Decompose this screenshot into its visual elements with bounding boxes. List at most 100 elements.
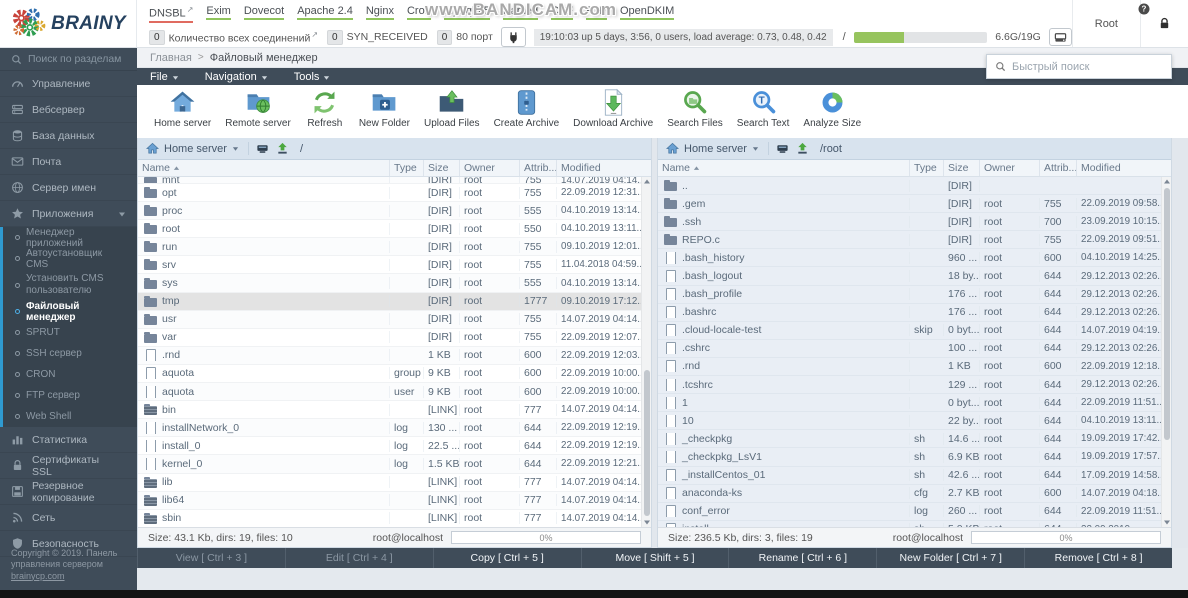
sidebar-search-input[interactable]: [28, 53, 128, 65]
sidebar-item[interactable]: Резервное копирование: [0, 479, 137, 505]
service-link[interactable]: Dovecot↗: [244, 5, 284, 20]
file-row[interactable]: root [DIR] root 550 04.10.2019 13:11...: [138, 220, 641, 238]
column-header[interactable]: Size: [424, 160, 460, 176]
file-row[interactable]: .. [DIR]: [658, 177, 1161, 195]
file-row[interactable]: proc [DIR] root 555 04.10.2019 13:14...: [138, 202, 641, 220]
file-row[interactable]: .rnd 1 KB root 600 22.09.2019 12:18...: [658, 358, 1161, 376]
brainycp-link[interactable]: brainycp.com: [11, 571, 65, 581]
sidebar-item[interactable]: Приложения: [0, 201, 137, 227]
toolbar-button[interactable]: Search Files: [660, 88, 730, 129]
service-link[interactable]: Apache 2.4↗: [297, 5, 353, 20]
file-row[interactable]: var [DIR] root 755 22.09.2019 12:07...: [138, 329, 641, 347]
sidebar-item[interactable]: Статистика: [0, 427, 137, 453]
counter-badge[interactable]: 0Количество всех соединений↗: [149, 30, 318, 45]
brand-logo[interactable]: BRAINY: [0, 0, 137, 47]
action-button[interactable]: Remove [ Ctrl + 8 ]: [1024, 548, 1172, 568]
file-row[interactable]: conf_error log 260 ... root 644 22.09.20…: [658, 503, 1161, 521]
file-row[interactable]: 10 22 by... root 644 04.10.2019 13:11...: [658, 412, 1161, 430]
file-row[interactable]: sys [DIR] root 555 04.10.2019 13:14...: [138, 274, 641, 292]
file-row[interactable]: 1 0 byt... root 644 22.09.2019 11:51...: [658, 394, 1161, 412]
column-header[interactable]: Owner: [460, 160, 520, 176]
menu-item[interactable]: Navigation: [205, 71, 268, 83]
counter-badge[interactable]: 0SYN_RECEIVED↗: [327, 30, 428, 45]
column-header[interactable]: Name: [658, 160, 910, 176]
file-row[interactable]: lib64 [LINK] root 777 14.07.2019 04:14..…: [138, 492, 641, 510]
action-button[interactable]: Rename [ Ctrl + 6 ]: [728, 548, 876, 568]
file-row[interactable]: install_0 log 22.5 ... root 644 22.09.20…: [138, 437, 641, 455]
file-row[interactable]: sbin [LINK] root 777 14.07.2019 04:14...: [138, 510, 641, 527]
sidebar-item[interactable]: Сертификаты SSL: [0, 453, 137, 479]
help-icon[interactable]: ?: [1138, 3, 1150, 15]
counter-badge[interactable]: 080 порт↗: [437, 30, 493, 45]
scrollbar-thumb[interactable]: [1164, 188, 1170, 440]
sidebar-item[interactable]: Файловый менеджер: [0, 301, 137, 322]
menu-item[interactable]: Tools: [294, 71, 331, 83]
toolbar-button[interactable]: Home server: [147, 88, 218, 129]
file-row[interactable]: anaconda-ks cfg 2.7 KB root 600 14.07.20…: [658, 485, 1161, 503]
column-header[interactable]: Modified: [1077, 160, 1161, 176]
server-select-dropdown[interactable]: Home server: [666, 142, 769, 155]
sidebar-item[interactable]: Вебсервер: [0, 97, 137, 123]
sidebar-item[interactable]: CRON: [0, 364, 137, 385]
toolbar-button[interactable]: Upload Files: [417, 88, 487, 129]
scrollbar-thumb[interactable]: [644, 370, 650, 517]
sidebar-item[interactable]: Управление: [0, 71, 137, 97]
scroll-down-icon[interactable]: [1163, 518, 1171, 526]
file-row[interactable]: install sh 5.0 KB root 644 22.09.2019 ..…: [658, 521, 1161, 527]
sidebar-item[interactable]: Почта: [0, 149, 137, 175]
file-row[interactable]: .cloud-locale-test skip 0 byt... root 64…: [658, 322, 1161, 340]
action-button[interactable]: New Folder [ Ctrl + 7 ]: [876, 548, 1024, 568]
service-link[interactable]: OpenDKIM↗: [620, 5, 674, 20]
file-row[interactable]: .bash_profile 176 ... root 644 29.12.201…: [658, 286, 1161, 304]
file-row[interactable]: installNetwork_0 log 130 ... root 644 22…: [138, 419, 641, 437]
file-row[interactable]: aquota user 9 KB root 600 22.09.2019 10:…: [138, 383, 641, 401]
column-header[interactable]: Size: [944, 160, 980, 176]
sidebar-item[interactable]: База данных: [0, 123, 137, 149]
computer-icon[interactable]: [256, 142, 269, 155]
sidebar-item[interactable]: Менеджер приложений: [0, 227, 137, 248]
plug-button[interactable]: [501, 27, 526, 47]
sidebar-item[interactable]: Сервер имен: [0, 175, 137, 201]
sidebar-item[interactable]: Установить CMS пользователю: [0, 269, 137, 301]
file-row[interactable]: tmp [DIR] root 1777 09.10.2019 17:12...: [138, 293, 641, 311]
scroll-up-icon[interactable]: [1163, 178, 1171, 186]
file-row[interactable]: run [DIR] root 755 09.10.2019 12:01...: [138, 238, 641, 256]
file-row[interactable]: usr [DIR] root 755 14.07.2019 04:14...: [138, 311, 641, 329]
file-row[interactable]: .cshrc 100 ... root 644 29.12.2013 02:26…: [658, 340, 1161, 358]
menu-item[interactable]: File: [150, 71, 179, 83]
file-row[interactable]: mnt [DIR] root 755 14.07.2019 04:14...: [138, 177, 641, 184]
scroll-down-icon[interactable]: [643, 518, 651, 526]
file-row[interactable]: .bash_logout 18 by... root 644 29.12.201…: [658, 267, 1161, 285]
service-link[interactable]: Exim↗: [206, 5, 230, 20]
quick-search[interactable]: [986, 54, 1172, 79]
disk-button[interactable]: [1049, 28, 1072, 46]
file-row[interactable]: .tcshrc 129 ... root 644 29.12.2013 02:2…: [658, 376, 1161, 394]
column-header[interactable]: Type: [390, 160, 424, 176]
toolbar-button[interactable]: Create Archive: [487, 88, 567, 129]
current-user[interactable]: Root: [1072, 0, 1140, 47]
left-scrollbar[interactable]: [641, 177, 651, 527]
toolbar-button[interactable]: Remote server: [218, 88, 298, 129]
file-row[interactable]: srv [DIR] root 755 11.04.2018 04:59...: [138, 256, 641, 274]
file-row[interactable]: aquota group 9 KB root 600 22.09.2019 10…: [138, 365, 641, 383]
sidebar-search[interactable]: [0, 48, 137, 71]
toolbar-button[interactable]: Analyze Size: [796, 88, 868, 129]
sidebar-item[interactable]: Web Shell: [0, 406, 137, 427]
sidebar-item[interactable]: Сеть: [0, 505, 137, 531]
file-row[interactable]: _checkpkg_LsV1 sh 6.9 KB root 644 19.09.…: [658, 448, 1161, 466]
server-select-dropdown[interactable]: Home server: [146, 142, 249, 155]
action-button[interactable]: Edit [ Ctrl + 4 ]: [285, 548, 433, 568]
action-button[interactable]: View [ Ctrl + 3 ]: [137, 548, 285, 568]
file-row[interactable]: .rnd 1 KB root 600 22.09.2019 12:03...: [138, 347, 641, 365]
file-row[interactable]: .ssh [DIR] root 700 23.09.2019 10:15...: [658, 213, 1161, 231]
file-row[interactable]: bin [LINK] root 777 14.07.2019 04:14...: [138, 401, 641, 419]
service-link[interactable]: DNSBL↗: [149, 5, 193, 23]
file-row[interactable]: opt [DIR] root 755 22.09.2019 12:31...: [138, 184, 641, 202]
right-scrollbar[interactable]: [1161, 177, 1171, 527]
scroll-up-icon[interactable]: [643, 178, 651, 186]
file-row[interactable]: _installCentos_01 sh 42.6 ... root 644 1…: [658, 467, 1161, 485]
column-header[interactable]: Owner: [980, 160, 1040, 176]
column-header[interactable]: Modified: [557, 160, 641, 176]
file-row[interactable]: _checkpkg sh 14.6 ... root 644 19.09.201…: [658, 430, 1161, 448]
file-row[interactable]: lib [LINK] root 777 14.07.2019 04:14...: [138, 474, 641, 492]
